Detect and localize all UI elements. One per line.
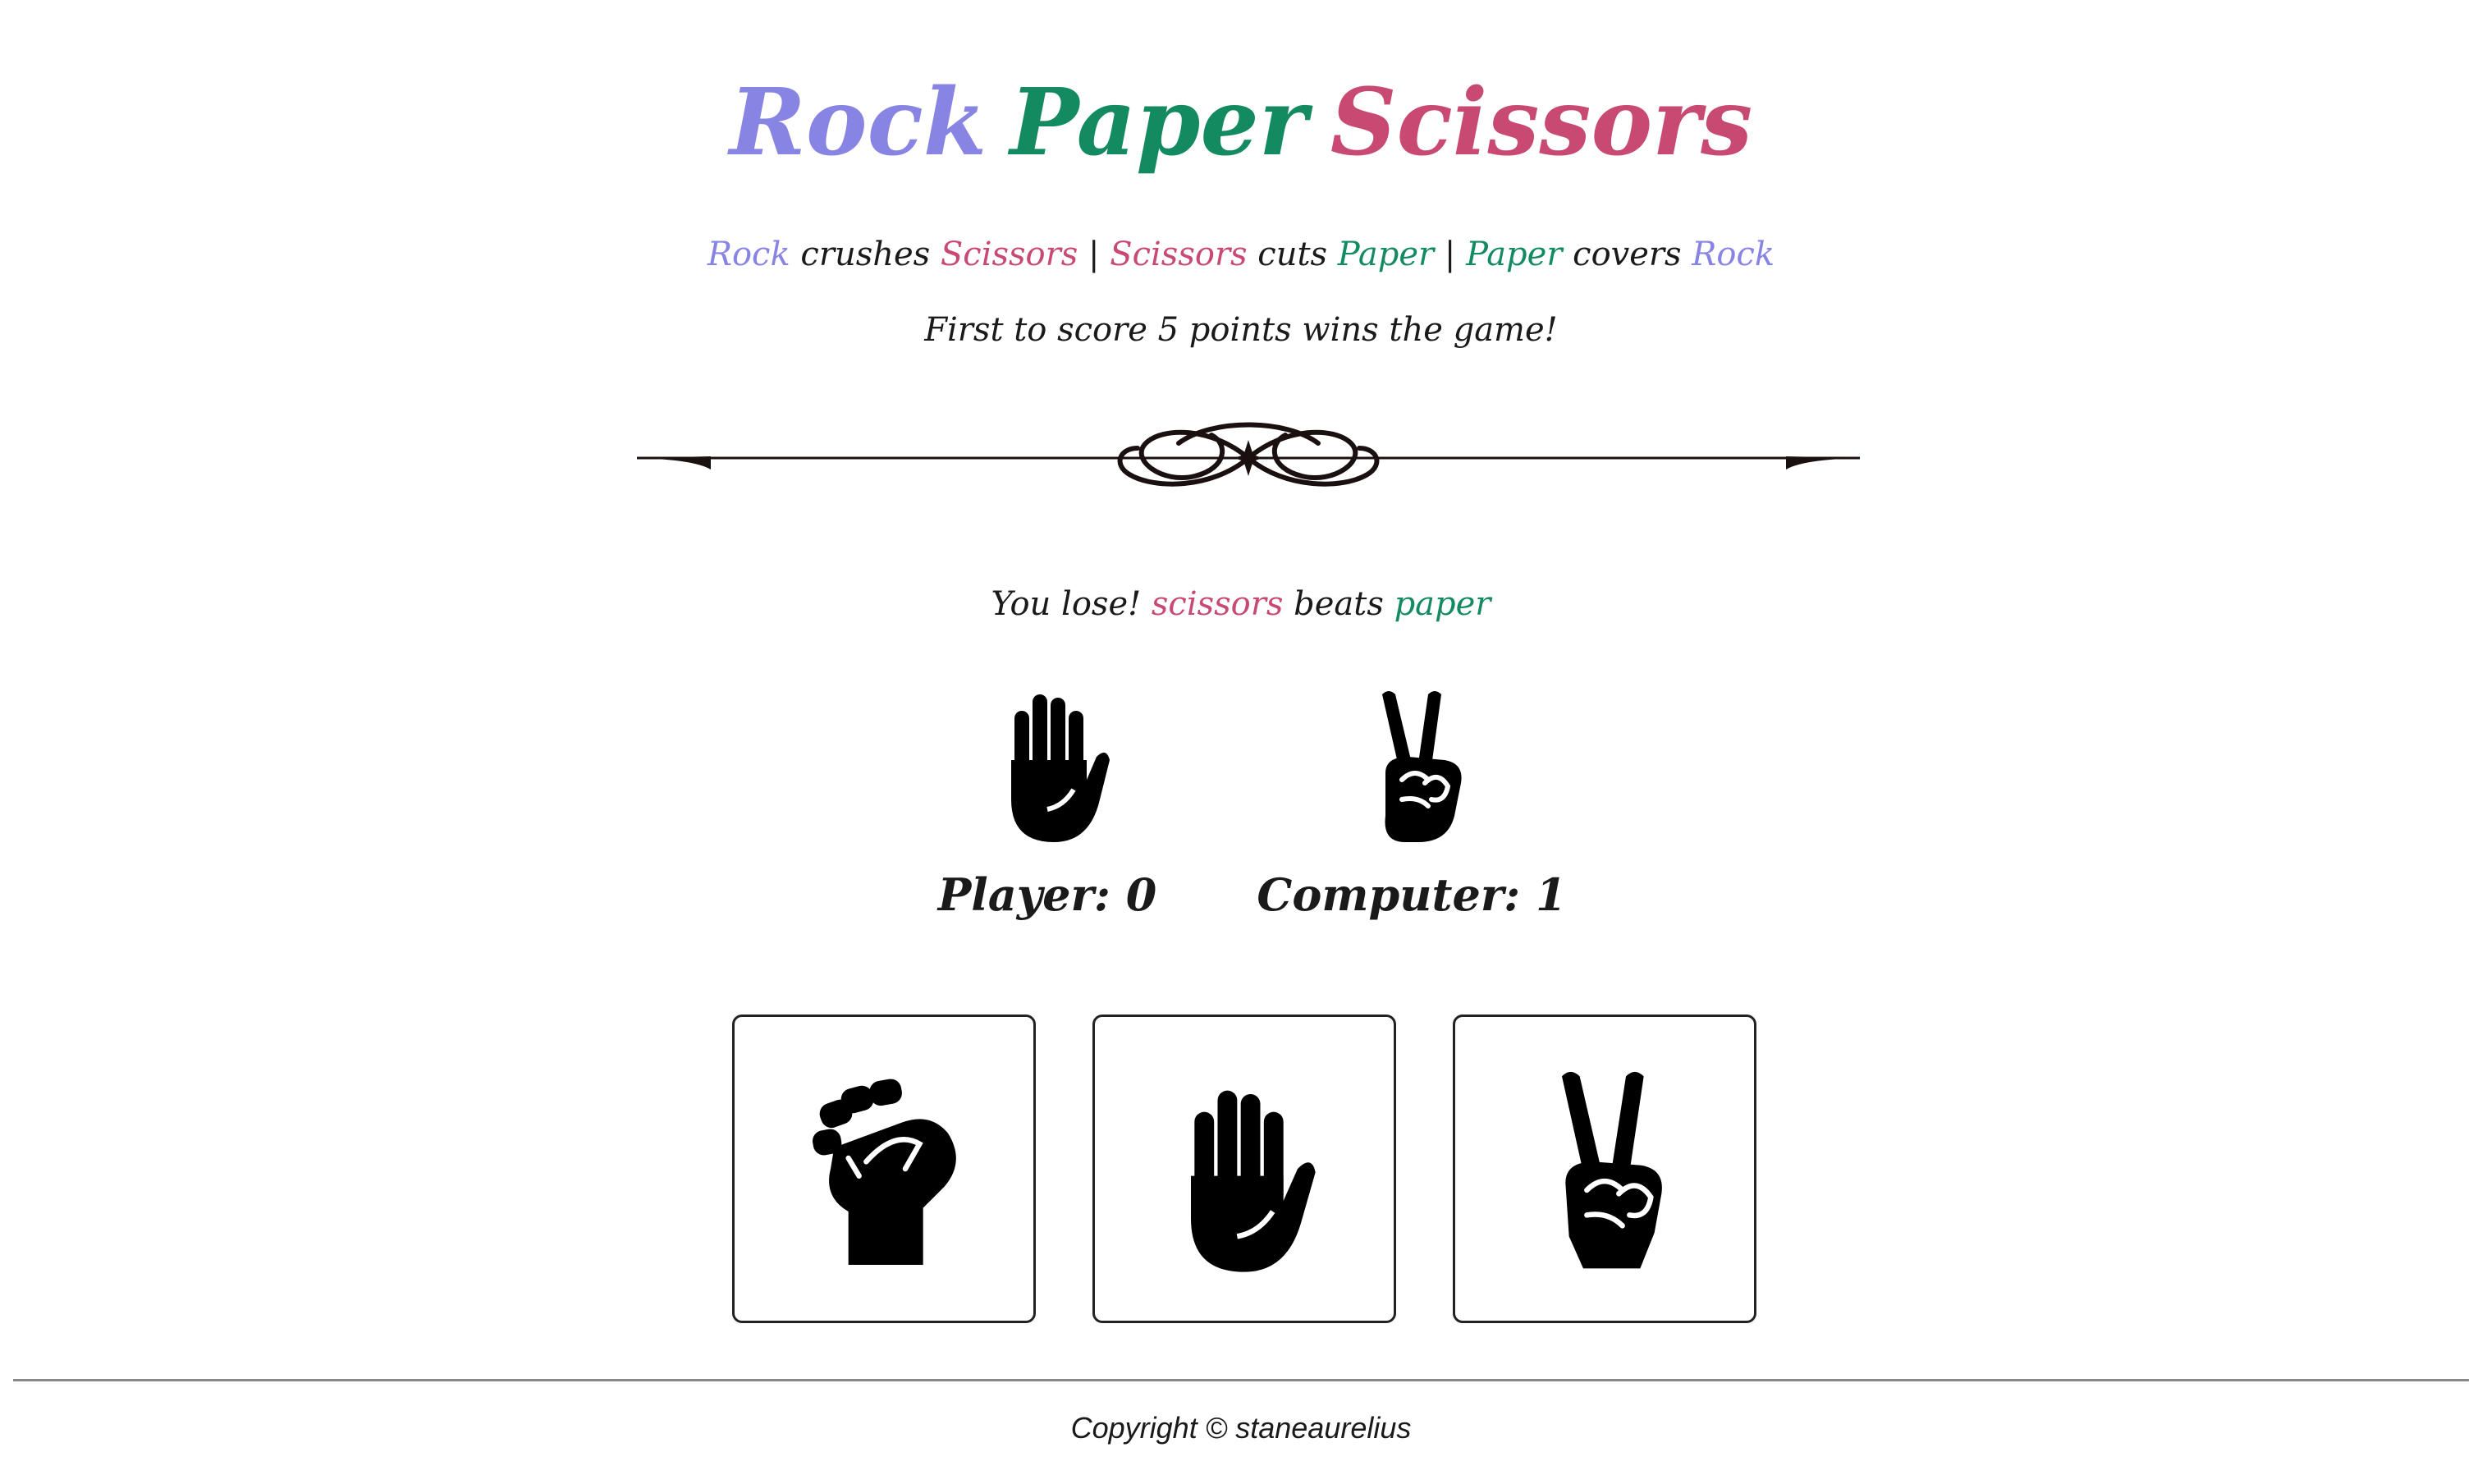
- paper-hand-icon: [1191, 1090, 1316, 1272]
- footer-copyright: Copyright © staneaurelius: [1070, 1411, 1412, 1445]
- title-scissors: Scissors: [1330, 69, 1753, 176]
- page-title: Rock Paper Scissors: [0, 66, 2482, 181]
- scissors-hand-icon: [1382, 691, 1462, 842]
- scissors-hand-icon: [1562, 1071, 1662, 1269]
- rule2-subject: Scissors: [1110, 236, 1248, 273]
- rock-button[interactable]: [732, 1015, 1036, 1323]
- rule1-subject: Rock: [707, 236, 790, 273]
- goal-text: First to score 5 points wins the game!: [924, 311, 1558, 349]
- rules-line: Rock crushes Scissors | Scissors cuts Pa…: [0, 230, 2482, 279]
- rule1-verb: crushes: [790, 236, 941, 273]
- paper-button[interactable]: [1092, 1015, 1396, 1323]
- title-rock: Rock: [729, 69, 987, 176]
- rule2-object: Paper: [1337, 236, 1435, 273]
- round-result: You lose! scissors beats paper: [0, 579, 2482, 629]
- rule2-verb: cuts: [1247, 236, 1338, 273]
- title-paper: Paper: [1010, 69, 1307, 176]
- scissors-button[interactable]: [1453, 1015, 1756, 1323]
- result-prefix: You lose!: [991, 585, 1152, 623]
- rule-separator: |: [1078, 236, 1110, 273]
- result-loser: paper: [1394, 585, 1491, 623]
- footer-divider: [13, 1379, 2469, 1381]
- computer-score: Computer: 1: [1257, 868, 1567, 921]
- rule1-object: Scissors: [940, 236, 1078, 273]
- rule3-verb: covers: [1562, 236, 1692, 273]
- result-verb: beats: [1283, 585, 1394, 623]
- rule3-subject: Paper: [1466, 236, 1563, 273]
- player-score: Player: 0: [937, 868, 1157, 921]
- paper-hand-icon: [1011, 694, 1110, 842]
- ornament-divider: [637, 422, 1860, 487]
- rule3-object: Rock: [1692, 236, 1775, 273]
- rock-fist-icon: [813, 1079, 956, 1265]
- rule-separator: |: [1434, 236, 1467, 273]
- result-winner: scissors: [1151, 585, 1284, 623]
